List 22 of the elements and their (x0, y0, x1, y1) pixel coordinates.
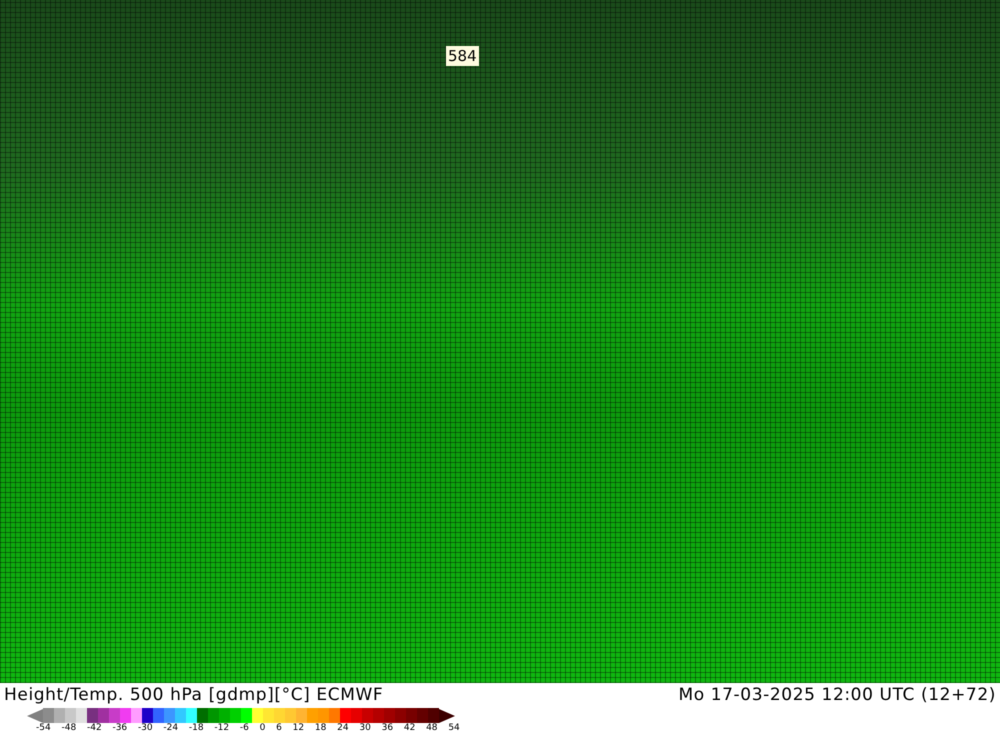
legend-tick-label: -24 (163, 724, 178, 733)
legend-tick-label: -12 (214, 724, 230, 733)
legend-tick-label: -42 (86, 724, 102, 733)
contour-label: 584 (446, 46, 479, 66)
legend-tick-label: 12 (292, 724, 304, 733)
legend-tick-label: 54 (448, 724, 460, 733)
legend-tick-label: -48 (61, 724, 76, 733)
legend-tick-label: 0 (260, 724, 266, 733)
legend-tick-label: 42 (404, 724, 416, 733)
legend-tick-label: -36 (112, 724, 128, 733)
legend-tick-label: 6 (276, 724, 282, 733)
legend-tick-label: -30 (138, 724, 153, 733)
legend-tick-label: 24 (337, 724, 349, 733)
legend-tick-label: 30 (359, 724, 371, 733)
legend-tick-label: -54 (36, 724, 51, 733)
chart-title: Height/Temp. 500 hPa [gdmp][°C] ECMWF (4, 685, 384, 705)
legend-tick-label: 36 (382, 724, 394, 733)
valid-time: Mo 17-03-2025 12:00 UTC (12+72) (678, 685, 996, 705)
legend-tick-label: 48 (426, 724, 438, 733)
legend-tick-label: -18 (188, 724, 204, 733)
legend-tick-label: -6 (240, 724, 249, 733)
legend-tick-label: 18 (314, 724, 326, 733)
